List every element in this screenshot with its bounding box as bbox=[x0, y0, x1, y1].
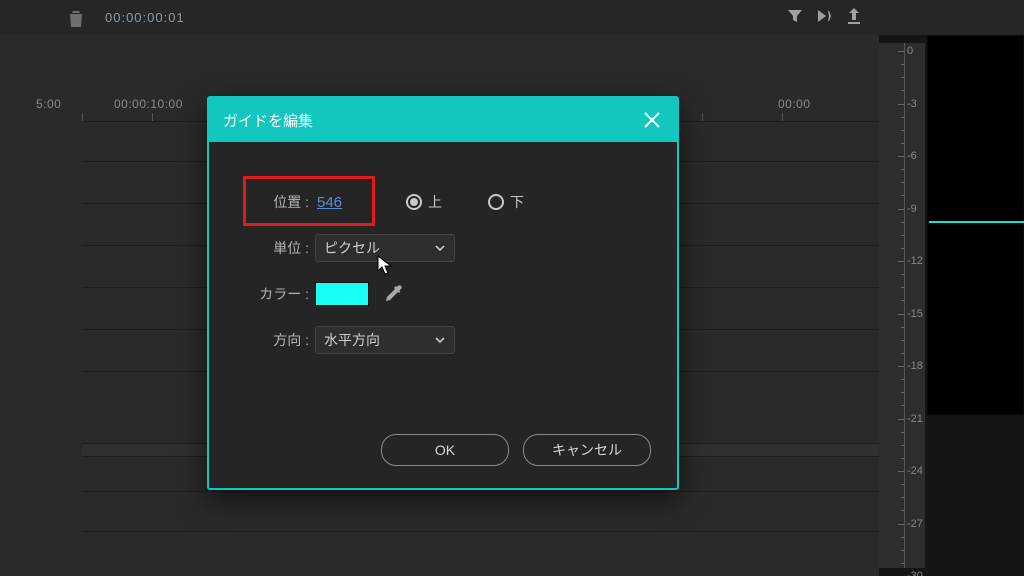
db-label: 0 bbox=[907, 45, 925, 57]
db-label: -27 bbox=[907, 518, 925, 530]
edit-guide-dialog: ガイドを編集 位置 : 546 上 下 単位 : ピクセル bbox=[207, 96, 679, 490]
chevron-down-icon bbox=[434, 242, 446, 254]
db-label: -3 bbox=[907, 98, 925, 110]
unit-dropdown[interactable]: ピクセル bbox=[315, 234, 455, 262]
db-label: -30 bbox=[907, 570, 925, 576]
direction-label: 方向 : bbox=[253, 330, 309, 350]
unit-label: 単位 : bbox=[253, 238, 309, 258]
current-timecode[interactable]: 00:00:00:01 bbox=[105, 10, 185, 25]
direction-dropdown[interactable]: 水平方向 bbox=[315, 326, 455, 354]
chevron-down-icon bbox=[434, 334, 446, 346]
radio-up[interactable]: 上 bbox=[406, 192, 442, 212]
radio-circle-icon bbox=[406, 194, 422, 210]
filter-icon[interactable] bbox=[787, 8, 807, 26]
db-label: -9 bbox=[907, 203, 925, 215]
export-icon[interactable] bbox=[846, 8, 866, 26]
color-swatch[interactable] bbox=[315, 282, 369, 306]
radio-up-label: 上 bbox=[428, 192, 442, 212]
audio-meter-panel: 0 -3 -6 -9 -12 -15 -18 -21 -24 -27 -30 bbox=[879, 35, 1024, 576]
dialog-title: ガイドを編集 bbox=[223, 110, 313, 131]
cancel-button[interactable]: キャンセル bbox=[523, 434, 651, 466]
eyedropper-icon[interactable] bbox=[383, 284, 403, 304]
db-label: -24 bbox=[907, 465, 925, 477]
position-label: 位置 : bbox=[253, 192, 309, 212]
close-icon[interactable] bbox=[641, 109, 663, 131]
monitor-view bbox=[927, 35, 1024, 415]
db-ruler: 0-3-6-9-12-15-18-21-24-27-30 bbox=[879, 43, 925, 568]
trash-icon[interactable] bbox=[68, 10, 84, 28]
position-value[interactable]: 546 bbox=[315, 194, 344, 211]
db-label: -12 bbox=[907, 255, 925, 267]
ok-button[interactable]: OK bbox=[381, 434, 509, 466]
unit-dropdown-value: ピクセル bbox=[324, 238, 380, 258]
db-label: -15 bbox=[907, 308, 925, 320]
track-header-column bbox=[0, 35, 83, 576]
radio-down-label: 下 bbox=[510, 192, 524, 212]
ruler-tick-label: 5:00 bbox=[36, 97, 61, 111]
panel-header: 00:00:00:01 bbox=[0, 0, 1024, 36]
dialog-titlebar[interactable]: ガイドを編集 bbox=[209, 98, 677, 142]
color-label: カラー : bbox=[253, 284, 309, 304]
db-label: -21 bbox=[907, 413, 925, 425]
guide-preview-line bbox=[929, 221, 1024, 223]
ruler-tick-label: 00:00:10:00 bbox=[114, 97, 183, 111]
play-with-sound-icon[interactable] bbox=[816, 8, 836, 26]
radio-down[interactable]: 下 bbox=[488, 192, 524, 212]
direction-dropdown-value: 水平方向 bbox=[324, 330, 380, 350]
db-label: -6 bbox=[907, 150, 925, 162]
db-label: -18 bbox=[907, 360, 925, 372]
ruler-tick-label: 00:00 bbox=[778, 97, 811, 111]
radio-circle-icon bbox=[488, 194, 504, 210]
